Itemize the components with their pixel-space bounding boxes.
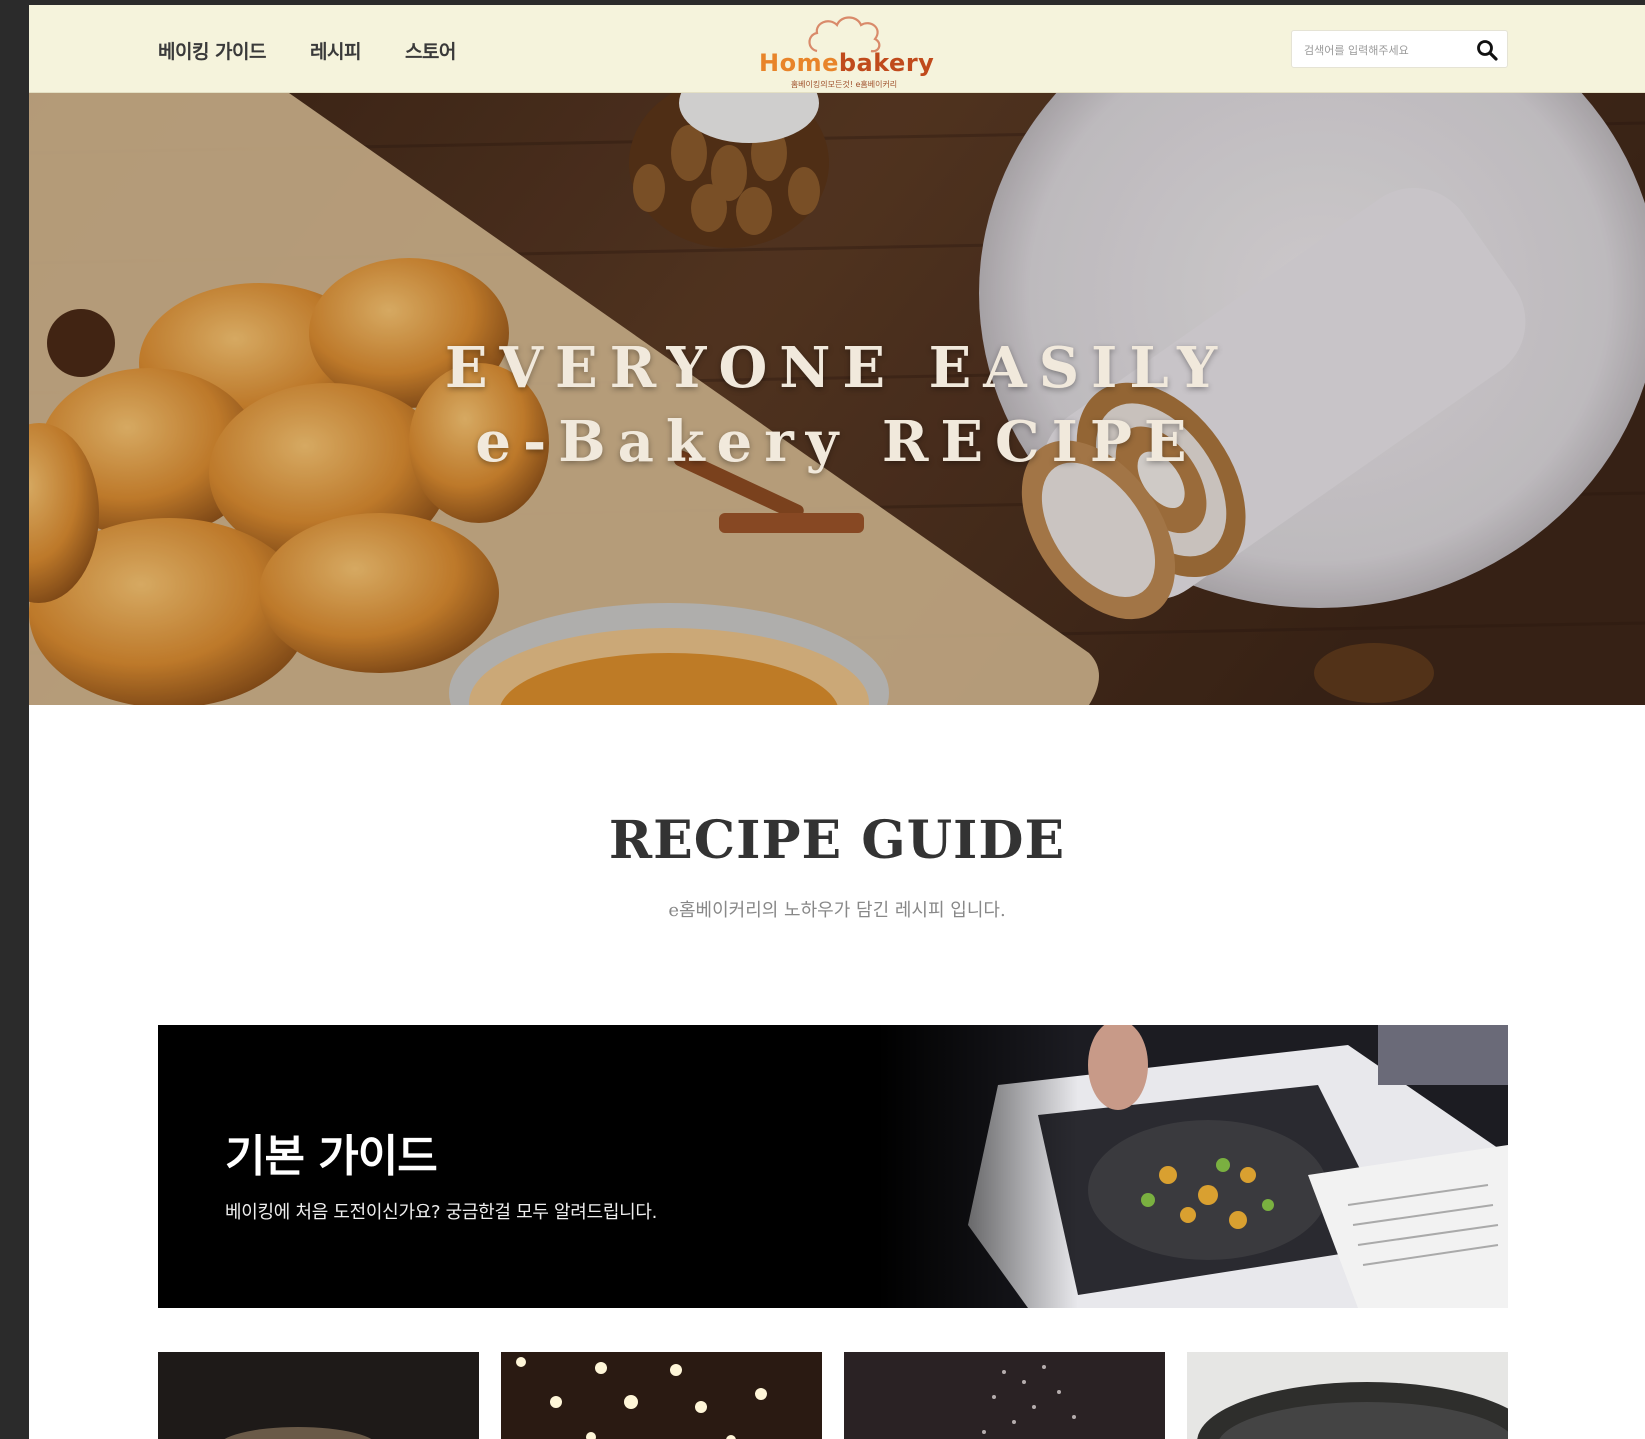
nav-item-baking-guide[interactable]: 베이킹 가이드: [158, 37, 267, 64]
recipe-card-image: [1187, 1352, 1508, 1439]
hero-headline: EVERYONE EASILY e-Bakery RECIPE: [29, 331, 1645, 479]
logo-tagline: 홈베이킹의모든것! e홈베이커리: [790, 80, 898, 89]
recipe-card-image: [844, 1352, 1165, 1439]
guide-title: 기본 가이드: [225, 1131, 438, 1182]
recipe-card[interactable]: [844, 1352, 1165, 1439]
search-box: [1291, 30, 1508, 68]
nav-item-recipe[interactable]: 레시피: [310, 37, 361, 64]
hero-headline-line2: e-Bakery RECIPE: [475, 409, 1199, 475]
logo-text-bakery: bakery: [838, 49, 935, 77]
search-input[interactable]: [1302, 39, 1466, 61]
guide-banner-fade: [878, 1025, 1078, 1308]
main-nav: 베이킹 가이드 레시피 스토어: [158, 37, 500, 64]
section-title: RECIPE GUIDE: [608, 810, 1066, 871]
logo-wordmark: Homebakery: [759, 49, 934, 77]
header: 베이킹 가이드 레시피 스토어 Homebakery 홈베이킹의모든것! e홈베…: [29, 5, 1645, 93]
recipe-card-row: [158, 1352, 1508, 1439]
hero-banner: EVERYONE EASILY e-Bakery RECIPE: [29, 93, 1645, 705]
basic-guide-banner[interactable]: 기본 가이드 베이킹에 처음 도전이신가요? 궁금한걸 모두 알려드립니다.: [158, 1025, 1508, 1308]
page: 베이킹 가이드 레시피 스토어 Homebakery 홈베이킹의모든것! e홈베…: [29, 5, 1645, 1439]
recipe-card[interactable]: [1187, 1352, 1508, 1439]
guide-description: 베이킹에 처음 도전이신가요? 궁금한걸 모두 알려드립니다.: [225, 1202, 658, 1223]
nav-item-store[interactable]: 스토어: [405, 37, 456, 64]
hero-headline-line1: EVERYONE EASILY: [444, 335, 1230, 401]
recipe-card[interactable]: [501, 1352, 822, 1439]
recipe-card-image: [501, 1352, 822, 1439]
site-logo[interactable]: Homebakery 홈베이킹의모든것! e홈베이커리: [759, 15, 934, 89]
search-icon[interactable]: [1475, 38, 1499, 62]
section-subtitle: e홈베이커리의 노하우가 담긴 레시피 입니다.: [668, 900, 1006, 921]
recipe-card-image: [158, 1352, 479, 1439]
logo-text-home: Home: [759, 49, 839, 77]
recipe-card[interactable]: [158, 1352, 479, 1439]
